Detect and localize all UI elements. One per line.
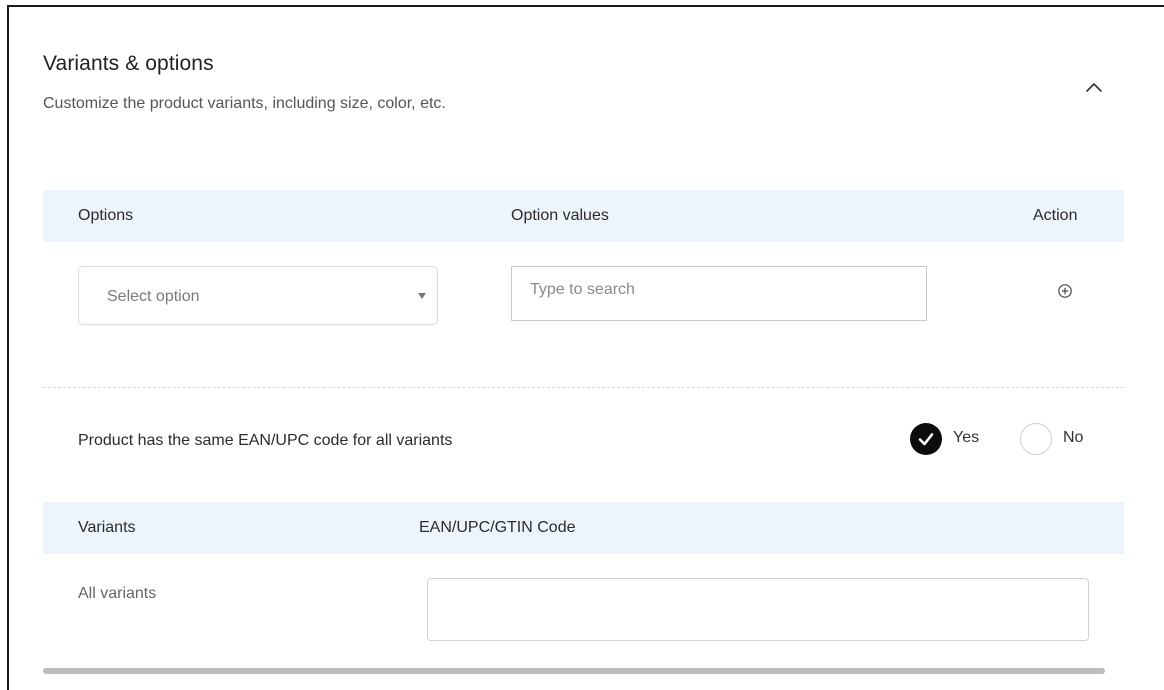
ean-code-column-header: EAN/UPC/GTIN Code <box>419 519 576 536</box>
section-subtitle: Customize the product variants, includin… <box>43 95 446 112</box>
same-ean-yes-radio[interactable]: Yes <box>910 423 990 455</box>
yes-label: Yes <box>953 429 980 446</box>
check-icon <box>918 433 934 446</box>
add-circle-icon <box>1058 284 1072 298</box>
same-ean-question-label: Product has the same EAN/UPC code for al… <box>78 432 453 449</box>
section-divider <box>43 387 1124 388</box>
horizontal-scrollbar[interactable] <box>43 668 1105 674</box>
caret-down-icon <box>418 293 426 299</box>
no-label: No <box>1063 429 1084 446</box>
variants-table-header: Variants EAN/UPC/GTIN Code <box>43 502 1124 554</box>
option-values-column-header: Option values <box>511 207 609 224</box>
radio-unchecked-indicator <box>1020 423 1052 455</box>
action-column-header: Action <box>1033 207 1078 224</box>
add-option-button[interactable] <box>1056 282 1074 300</box>
same-ean-no-radio[interactable]: No <box>1020 423 1100 455</box>
option-values-input[interactable] <box>511 266 927 321</box>
chevron-up-icon <box>1086 83 1102 92</box>
variants-column-header: Variants <box>78 519 136 536</box>
collapse-button[interactable] <box>1082 76 1106 100</box>
variant-row-label: All variants <box>78 585 157 602</box>
option-select[interactable]: Select option <box>78 266 438 325</box>
options-column-header: Options <box>78 207 134 224</box>
section-title: Variants & options <box>43 52 214 75</box>
ean-code-input[interactable] <box>427 578 1089 641</box>
radio-checked-indicator <box>910 423 942 455</box>
option-select-value: Select option <box>107 288 200 305</box>
options-table-header: Options Option values Action <box>43 190 1124 242</box>
